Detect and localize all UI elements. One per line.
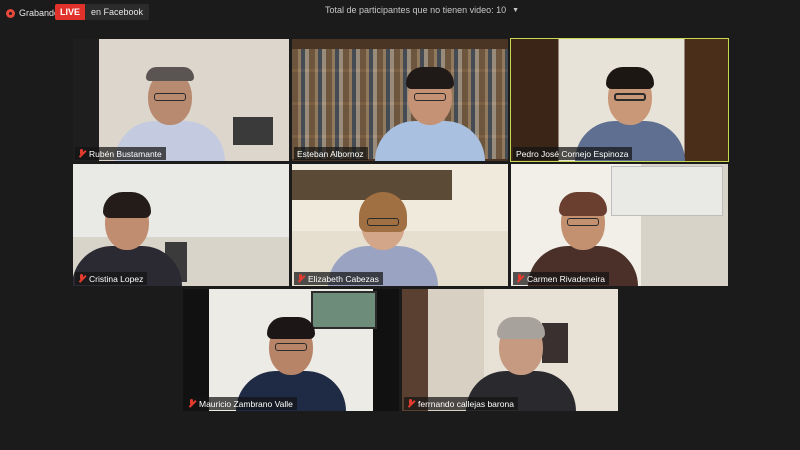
participants-without-video-dropdown[interactable]: Total de participantes que no tienen vid… [325,5,519,15]
participants-info-text: Total de participantes que no tienen vid… [325,5,507,15]
participant-name-tag: Cristina Lopez [75,272,148,285]
video-tile[interactable]: ferrnando callejas barona [402,289,618,411]
live-target: en Facebook [91,7,144,17]
participant-name-tag: Elizabeth Cabezas [294,272,383,285]
chevron-down-icon: ▼ [512,6,520,14]
mic-muted-icon [407,399,415,408]
video-tile[interactable]: Cristina Lopez [73,164,289,286]
video-tile[interactable]: Rubén Bustamante [73,39,289,161]
participant-name-tag: Mauricio Zambrano Valle [185,397,297,410]
mic-muted-icon [516,274,524,283]
record-icon [6,8,15,18]
mic-muted-icon [78,274,86,283]
participant-name-tag: Rubén Bustamante [75,147,166,160]
participant-name-tag: ferrnando callejas barona [404,397,518,410]
participant-name: Carmen Rivadeneira [527,273,605,284]
participant-video [375,67,486,161]
video-tile[interactable]: Mauricio Zambrano Valle [183,289,399,411]
participant-name: ferrnando callejas barona [418,398,514,409]
active-speaker-video-tile[interactable]: Pedro José Cornejo Espinoza [510,38,729,162]
mic-muted-icon [78,149,86,158]
recording-indicator[interactable]: Grabando [6,6,59,20]
laptop-shape [233,117,273,145]
participant-name: Esteban Albornoz [297,148,364,159]
video-tile[interactable]: Elizabeth Cabezas [292,164,508,286]
participant-name-tag: Carmen Rivadeneira [513,272,609,285]
mic-muted-icon [297,274,305,283]
video-tile[interactable]: Esteban Albornoz [292,39,508,161]
live-stream-badge[interactable]: LIVE en Facebook [55,4,150,20]
participant-name-tag: Esteban Albornoz [294,147,368,160]
participant-name: Mauricio Zambrano Valle [199,398,293,409]
participant-name: Cristina Lopez [89,273,144,284]
recording-label: Grabando [19,8,60,18]
mic-muted-icon [188,399,196,408]
meeting-top-bar: Grabando LIVE en Facebook Total de parti… [0,0,800,24]
participant-name: Pedro José Cornejo Espinoza [516,148,629,159]
video-tile[interactable]: Carmen Rivadeneira [511,164,728,286]
participant-name-tag: Pedro José Cornejo Espinoza [513,147,633,160]
participant-name: Elizabeth Cabezas [308,273,379,284]
live-label: LIVE [55,4,86,20]
participant-name: Rubén Bustamante [89,148,162,159]
